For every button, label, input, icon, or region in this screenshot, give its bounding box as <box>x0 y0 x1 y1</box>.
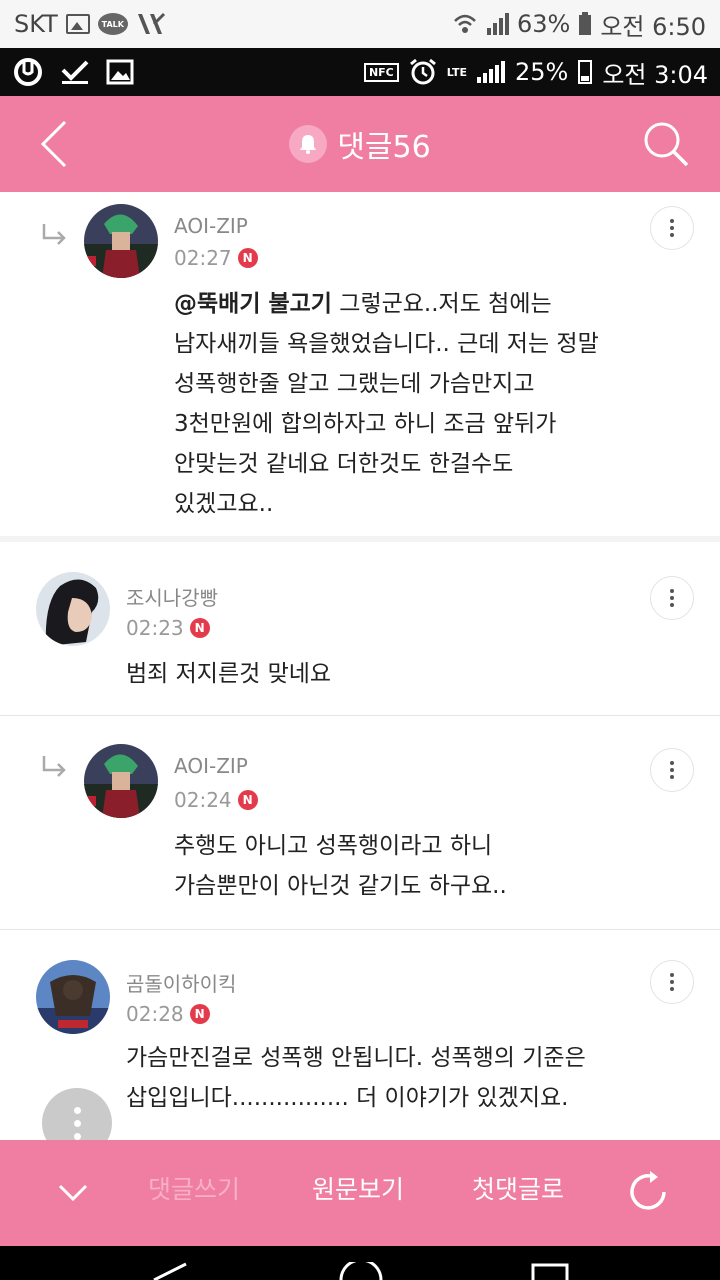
carrier-label: SKT <box>14 10 58 38</box>
comment-mention[interactable]: @뚝배기 불고기 <box>174 291 332 317</box>
comment-item: 조시나강빵 02:23 N 범죄 저지른것 맞네요 <box>0 542 720 716</box>
comment-timestamp: 02:23 <box>126 616 184 640</box>
refresh-icon[interactable] <box>624 1168 672 1216</box>
comment-author[interactable]: AOI-ZIP <box>174 214 248 238</box>
comment-more-button[interactable] <box>650 960 694 1004</box>
inner-battery-icon <box>578 60 593 84</box>
signal-icon <box>486 13 509 35</box>
comment-body: 범죄 저지른것 맞네요 <box>126 661 332 687</box>
system-navigation-bar <box>0 1246 720 1280</box>
nav-back-icon[interactable] <box>150 1262 190 1280</box>
lte-label: LTE <box>446 65 467 79</box>
header-title-wrap: 댓글56 <box>289 122 431 166</box>
search-button[interactable] <box>640 118 692 170</box>
app-u-icon <box>14 58 42 86</box>
page-title: 댓글56 <box>337 130 431 165</box>
comment-timestamp: 02:24 <box>174 788 232 812</box>
reply-arrow-icon <box>42 756 66 777</box>
new-badge: N <box>189 1004 210 1024</box>
nav-recents-icon[interactable] <box>530 1262 570 1280</box>
comment-item: AOI-ZIP 02:24 N 추행도 아니고 성폭행이라고 하니 가슴뿐만이 … <box>0 716 720 930</box>
chevron-left-icon <box>40 120 67 168</box>
avatar[interactable] <box>36 960 110 1034</box>
download-check-icon <box>61 60 89 84</box>
write-comment-button[interactable]: 댓글쓰기 <box>148 1170 240 1206</box>
comment-timestamp: 02:28 <box>126 1002 184 1026</box>
outer-battery-percent: 63% <box>516 10 571 38</box>
inner-status-bar: NFC LTE 25% 오전 3:04 <box>0 48 720 96</box>
reply-arrow-icon <box>42 224 66 245</box>
wifi-icon <box>454 14 476 33</box>
avatar[interactable] <box>84 744 158 818</box>
nfc-icon: NFC <box>363 62 399 82</box>
bottom-action-bar: 댓글쓰기 원문보기 첫댓글로 <box>0 1140 720 1246</box>
comment-list[interactable]: AOI-ZIP 02:27 N @뚝배기 불고기 그렇군요..저도 첨에는 남자… <box>0 192 720 1140</box>
comment-text: 그렇군요..저도 첨에는 남자새끼들 욕을했었습니다.. 근데 저는 정말 성폭… <box>174 291 599 517</box>
inner-battery-percent: 25% <box>514 58 569 86</box>
comment-body: 가슴만진걸로 성폭행 안됩니다. 성폭행의 기준은 삽입입니다.........… <box>126 1045 586 1111</box>
comment-author[interactable]: 곰돌이하이킥 <box>126 968 236 997</box>
comment-time: 02:24 N <box>174 788 258 812</box>
kakaotalk-icon: TALK <box>97 13 128 35</box>
nav-home-icon[interactable] <box>338 1262 384 1280</box>
comment-more-button[interactable] <box>650 576 694 620</box>
comment-more-button[interactable] <box>650 206 694 250</box>
inner-signal-icon <box>476 61 505 83</box>
comment-time: 02:27 N <box>174 246 258 270</box>
first-comment-button[interactable]: 첫댓글로 <box>472 1170 564 1206</box>
back-button[interactable] <box>30 120 78 168</box>
view-original-button[interactable]: 원문보기 <box>312 1170 404 1206</box>
avatar[interactable] <box>84 204 158 278</box>
alarm-icon <box>409 58 436 85</box>
inner-clock: 오전 3:04 <box>602 60 708 89</box>
comment-author[interactable]: AOI-ZIP <box>174 754 248 778</box>
outer-clock: 오전 6:50 <box>600 12 706 41</box>
comment-time: 02:28 N <box>126 1002 210 1026</box>
outer-status-bar: SKT TALK 63% 오전 6:50 <box>0 0 720 48</box>
comment-timestamp: 02:27 <box>174 246 232 270</box>
avatar[interactable] <box>36 572 110 646</box>
gallery-icon <box>106 59 134 85</box>
comment-body: 추행도 아니고 성폭행이라고 하니 가슴뿐만이 아닌것 같기도 하구요.. <box>174 833 507 899</box>
comment-author[interactable]: 조시나강빵 <box>126 582 218 611</box>
comment-item: AOI-ZIP 02:27 N @뚝배기 불고기 그렇군요..저도 첨에는 남자… <box>0 192 720 542</box>
app-bar: 댓글56 <box>0 96 720 192</box>
comment-body: @뚝배기 불고기 그렇군요..저도 첨에는 남자새끼들 욕을했었습니다.. 근데… <box>174 284 674 524</box>
comment-more-button[interactable] <box>650 748 694 792</box>
search-icon <box>644 122 689 167</box>
new-badge: N <box>189 618 210 638</box>
image-notification-icon <box>65 14 90 34</box>
vpn-icon <box>137 12 165 34</box>
comment-time: 02:23 N <box>126 616 210 640</box>
new-badge: N <box>237 248 258 268</box>
new-badge: N <box>237 790 258 810</box>
bell-icon[interactable] <box>289 125 328 163</box>
battery-icon <box>579 12 592 35</box>
chevron-down-icon[interactable] <box>56 1176 90 1210</box>
